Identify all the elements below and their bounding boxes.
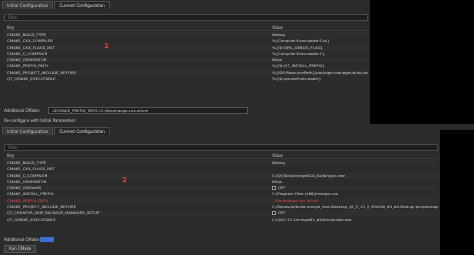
top-config-panel: Initial Configuration Current Configurat… <box>0 0 370 124</box>
table-row[interactable]: QT_QMAKE_EXECUTABLE %{Qt:qmakeExecutable} <box>4 76 368 82</box>
table-header: Key Value <box>4 25 368 31</box>
checkbox-label: OFF <box>278 185 286 191</box>
row-value: %{Qt:qmakeExecutable} <box>272 76 322 82</box>
table-header: Key Value <box>4 153 438 159</box>
row-value: C:/Qt/5.15.2/mingw81_64/bin/qmake.exe <box>272 216 352 222</box>
top-table-body: CMAKE_BUILD_TYPE Debug CMAKE_CXX_COMPILER… <box>4 32 368 82</box>
row-key: QT_QMAKE_EXECUTABLE <box>7 216 56 222</box>
bottom-config-panel: Initial Configuration Current Configurat… <box>0 126 440 255</box>
row-key: QT_QMAKE_EXECUTABLE <box>7 76 56 82</box>
tab-current-configuration[interactable]: Current Configuration <box>54 127 110 135</box>
header-value: Value <box>272 153 283 158</box>
checkbox-label: OFF <box>278 210 286 216</box>
bottom-table-body: CMAKE_BUILD_TYPE Debug CMAKE_CXX_FLAGS_IN… <box>4 160 438 223</box>
bottom-tabbar: Initial Configuration Current Configurat… <box>0 126 440 135</box>
blank-area-top-right <box>370 0 474 124</box>
blank-area-bottom-right <box>440 130 474 255</box>
marker-2: 2 <box>122 176 127 184</box>
header-key: Key <box>7 153 15 158</box>
marker-1: 1 <box>104 42 109 50</box>
additional-cmake-input[interactable]: -DCMAKE_PREFIX_PATH=C:/libs/mongo-cxx-dr… <box>48 107 248 114</box>
table-row[interactable]: QT_QMAKE_EXECUTABLE C:/Qt/5.15.2/mingw81_… <box>4 217 438 223</box>
tab-initial-configuration[interactable]: Initial Configuration <box>2 1 54 9</box>
additional-cmake-toggle[interactable] <box>40 237 54 242</box>
header-value: Value <box>272 25 283 30</box>
tab-current-configuration[interactable]: Current Configuration <box>54 1 110 9</box>
filter-input[interactable]: Filter <box>4 144 438 151</box>
reconfigure-label[interactable]: Re-configure with Initial Parameters <box>4 118 76 123</box>
header-key: Key <box>7 25 15 30</box>
top-tabbar: Initial Configuration Current Configurat… <box>0 0 370 9</box>
filter-input[interactable]: Filter <box>4 14 368 21</box>
checkbox[interactable] <box>272 186 276 191</box>
additional-label: Additional CMake: <box>4 108 41 113</box>
tab-initial-configuration[interactable]: Initial Configuration <box>2 127 54 135</box>
run-cmake-button[interactable]: Run CMake <box>4 245 37 253</box>
additional-label: Additional CMake: <box>4 237 41 242</box>
checkbox[interactable] <box>272 211 276 216</box>
